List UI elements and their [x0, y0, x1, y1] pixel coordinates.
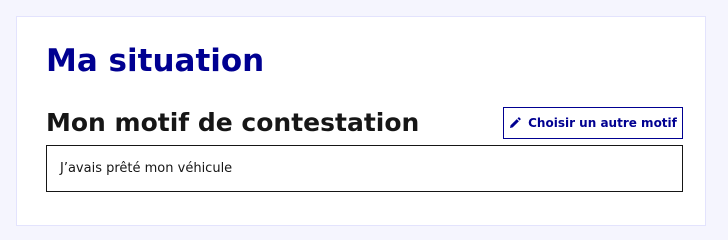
choose-other-motif-label: Choisir un autre motif	[528, 116, 677, 130]
page-title: Ma situation	[46, 43, 265, 79]
selected-motif-text: J’avais prêté mon véhicule	[60, 161, 233, 176]
section-title: Mon motif de contestation	[46, 108, 420, 137]
selected-motif-box: J’avais prêté mon véhicule	[46, 145, 683, 192]
choose-other-motif-button[interactable]: Choisir un autre motif	[503, 107, 683, 139]
pencil-icon	[509, 117, 521, 129]
situation-card: Ma situation Mon motif de contestation C…	[16, 16, 706, 226]
